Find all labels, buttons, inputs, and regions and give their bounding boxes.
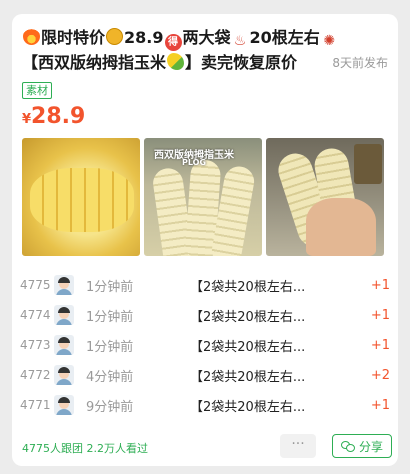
order-number: 4775 [20,278,51,292]
order-number: 4772 [20,368,51,382]
corn-icon [167,53,185,70]
order-desc: 【2袋共20根左右... [190,399,306,415]
order-count: +1 [370,307,390,323]
title-line2-b: 】卖完恢复原价 [185,53,298,72]
order-row[interactable]: 4772 4分钟前 【2袋共20根左右... +2 [20,360,390,390]
order-row[interactable]: 4771 9分钟前 【2袋共20根左右... +1 [20,390,390,420]
order-count: +1 [370,277,390,293]
share-label: 分享 [358,439,383,454]
order-desc: 【2袋共20根左右... [190,279,306,295]
group-buy-card[interactable]: 限时特价 28.9 得两大袋 ♨ 20根左右 ✺ 【西双版纳拇指玉米 】卖完恢复原价 8天前… [12,14,398,466]
order-time: 1分钟前 [86,279,134,295]
title-price: 28.9 [124,28,164,47]
anger-icon: ✺ [323,33,336,49]
order-time: 1分钟前 [86,339,134,355]
price-value: 28.9 [31,104,86,129]
money-bag-icon [106,28,124,45]
order-count: +2 [370,367,390,383]
order-desc: 【2袋共20根左右... [190,309,306,325]
avatar [54,305,74,325]
price: ¥28.9 [22,104,85,129]
order-desc: 【2袋共20根左右... [190,339,306,355]
hot-springs-icon: ♨ [233,33,247,49]
order-row[interactable]: 4774 1分钟前 【2袋共20根左右... +1 [20,300,390,330]
avatar [54,275,74,295]
wechat-icon [340,440,355,452]
fire-icon [23,28,40,45]
avatar [54,395,74,415]
de-badge-icon: 得 [164,34,182,51]
post-title[interactable]: 限时特价 28.9 得两大袋 ♨ 20根左右 ✺ 【西双版纳拇指玉米 】卖完恢复原价 8天前… [22,26,388,75]
photo-gallery: 西双版纳拇指玉米 PLOG [22,138,384,256]
title-part-d: 20根左右 [249,28,320,47]
photo-corn-in-hand[interactable] [266,138,384,256]
order-number: 4773 [20,338,51,352]
photo-sub-label: PLOG [182,158,207,167]
posted-time: 8天前发布 [332,56,388,70]
order-row[interactable]: 4775 1分钟前 【2袋共20根左右... +1 [20,270,390,300]
title-line2: 【西双版纳拇指玉米 [22,53,167,72]
order-count: +1 [370,337,390,353]
card-footer: 4775人跟团 2.2万人看过 ··· 分享 [22,434,392,462]
title-part-a: 限时特价 [41,28,106,47]
order-desc: 【2袋共20根左右... [190,369,306,385]
order-list: 4775 1分钟前 【2袋共20根左右... +1 4774 1分钟前 【2袋共… [20,270,390,420]
title-part-c: 两大袋 [182,28,231,47]
order-number: 4774 [20,308,51,322]
order-number: 4771 [20,398,51,412]
group-stats: 4775人跟团 2.2万人看过 [22,442,148,455]
share-button[interactable]: 分享 [332,434,392,458]
order-row[interactable]: 4773 1分钟前 【2袋共20根左右... +1 [20,330,390,360]
avatar [54,335,74,355]
avatar [54,365,74,385]
photo-corn-pile[interactable]: 西双版纳拇指玉米 PLOG [144,138,262,256]
order-time: 4分钟前 [86,369,134,385]
more-button[interactable]: ··· [280,434,316,458]
material-tag: 素材 [22,82,52,99]
currency-symbol: ¥ [22,112,32,127]
photo-corn-closeup[interactable] [22,138,140,256]
order-time: 1分钟前 [86,309,134,325]
order-count: +1 [370,397,390,413]
order-time: 9分钟前 [86,399,134,415]
